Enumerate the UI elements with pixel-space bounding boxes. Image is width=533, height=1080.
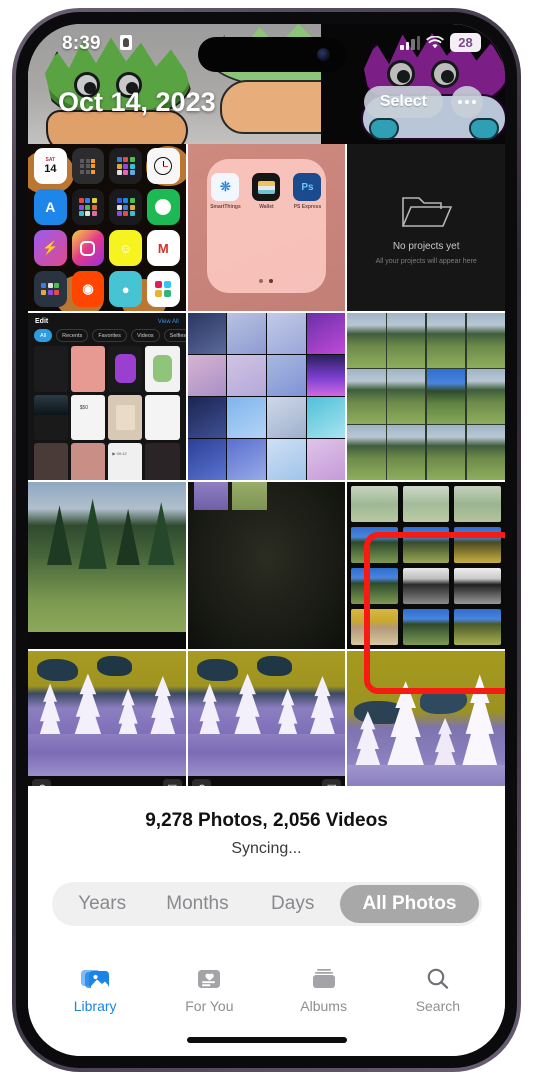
photo-thumbnail-folder[interactable]: ❊ SmartThings Wallet Ps PS Express (187, 144, 346, 311)
tab-for-you[interactable]: For You (155, 965, 263, 1014)
library-count: 9,278 Photos, 2,056 Videos (145, 810, 388, 831)
picker-tab-recents: Recents (56, 329, 89, 342)
phone-frame: Oct 14, 2023 Select 8:39 28 SAT 14 A ⚡ ☺… (12, 8, 521, 1072)
photo-thumbnail-meadow-collage[interactable] (347, 313, 505, 480)
picker-tab-selfies: Selfies (163, 329, 186, 342)
tab-albums[interactable]: Albums (270, 965, 378, 1014)
folder-app-label: PS Express (293, 204, 322, 211)
tab-library[interactable]: Library (41, 965, 149, 1014)
empty-state-title: No projects yet (392, 241, 460, 252)
photo-thumbnail-meadow-pines[interactable] (28, 482, 186, 649)
header-actions: Select (363, 86, 483, 118)
home-indicator (186, 1037, 347, 1043)
tab-label-search: Search (415, 998, 461, 1014)
tab-label-albums: Albums (300, 998, 347, 1014)
photo-library-icon (80, 965, 110, 993)
photo-thumbnail-filter-variants[interactable] (347, 482, 505, 649)
picker-tab-videos: Videos (130, 329, 160, 342)
segment-years[interactable]: Years (55, 885, 150, 923)
folder-page-dots (207, 278, 327, 283)
folder-icon (400, 190, 453, 235)
segment-all-photos[interactable]: All Photos (340, 885, 479, 923)
tab-bar: Library For You Albums Search (28, 965, 505, 1014)
header-photo-right[interactable] (321, 24, 505, 144)
segment-days[interactable]: Days (245, 885, 340, 923)
sync-status: Syncing... (231, 840, 302, 857)
picker-tab-favorites: Favorites (92, 329, 127, 342)
library-bottom-panel: 9,278 Photos, 2,056 Videos Syncing... Ye… (28, 786, 505, 1056)
for-you-icon (196, 965, 222, 993)
tab-label-library: Library (73, 998, 117, 1014)
green-monster-sticker-2 (208, 24, 322, 140)
page-title: Oct 14, 2023 (58, 87, 216, 117)
tab-search[interactable]: Search (384, 965, 492, 1014)
picker-edit-label: Edit (35, 318, 49, 325)
folder-app-label: SmartThings (210, 204, 241, 211)
segment-months[interactable]: Months (150, 885, 245, 923)
photo-thumbnail-dark[interactable] (187, 482, 346, 649)
photo-thumbnail-wallpaper-collage[interactable] (187, 313, 346, 480)
picker-tab-all: All (34, 329, 53, 342)
photo-thumbnail-empty-state[interactable]: No projects yet All your projects will a… (347, 144, 505, 311)
select-button[interactable]: Select (363, 86, 443, 118)
header-photo-left[interactable] (28, 24, 322, 144)
picker-view-all-label: View All (157, 318, 179, 325)
more-options-icon[interactable] (451, 86, 483, 118)
phone-bezel: Oct 14, 2023 Select 8:39 28 SAT 14 A ⚡ ☺… (16, 12, 517, 1068)
phone-screen: Oct 14, 2023 Select 8:39 28 SAT 14 A ⚡ ☺… (28, 24, 505, 1056)
photo-thumbnail-homescreen[interactable]: SAT14 Calendar Calculator (28, 144, 186, 311)
folder-app-label: Wallet (259, 204, 274, 211)
photo-thumbnail-photo-picker[interactable]: Edit View All All Recents Favorites Vide… (28, 313, 186, 480)
tab-label-for-you: For You (185, 998, 234, 1014)
search-icon (425, 965, 451, 993)
photos-header: Oct 14, 2023 Select (28, 24, 505, 144)
timeline-segmented-control[interactable]: Years Months Days All Photos (51, 882, 482, 926)
purple-monster-sticker (359, 28, 505, 140)
photo-grid: SAT14 Calendar Calculator (28, 144, 505, 818)
empty-state-subtitle: All your projects will appear here (375, 258, 477, 265)
albums-icon (311, 965, 337, 993)
